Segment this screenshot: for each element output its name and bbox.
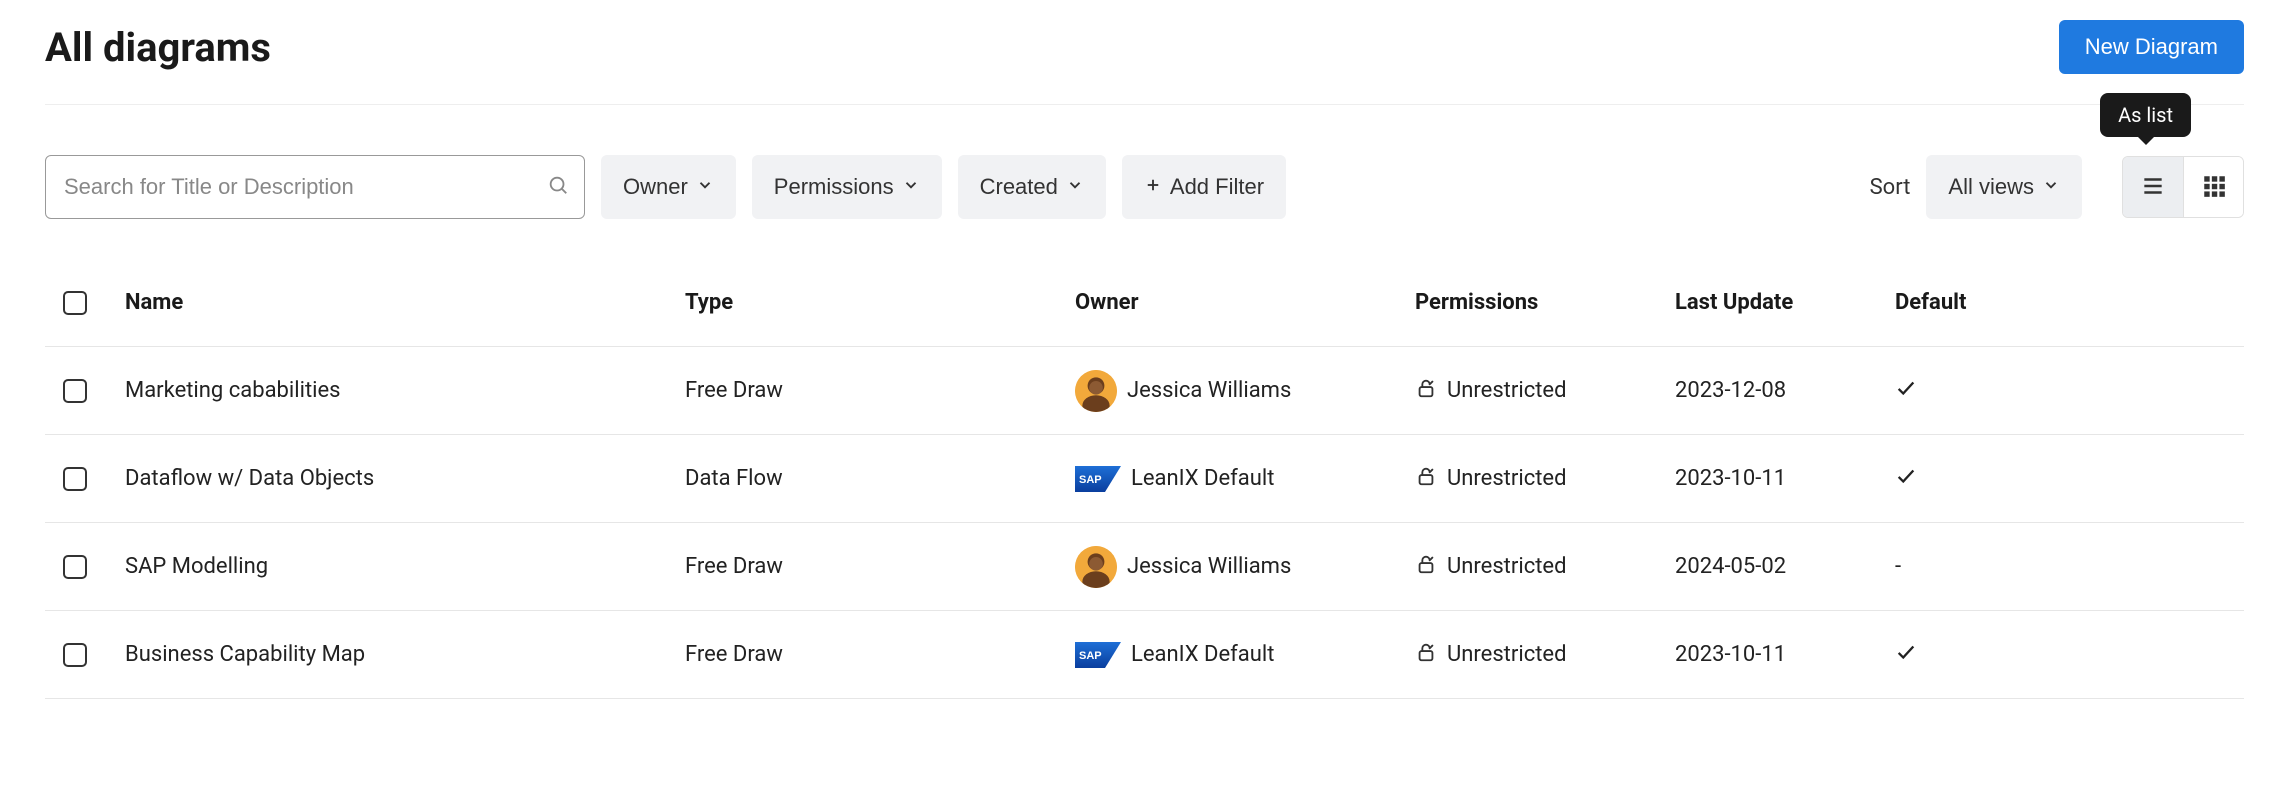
col-permissions[interactable]: Permissions (1415, 290, 1675, 315)
owner-name: LeanIX Default (1131, 642, 1274, 667)
filter-owner-label: Owner (623, 174, 688, 200)
col-owner[interactable]: Owner (1075, 290, 1415, 315)
unlock-icon (1415, 465, 1437, 493)
col-type[interactable]: Type (685, 290, 1075, 315)
cell-name: Marketing cababilities (125, 378, 685, 403)
cell-last-update: 2023-10-11 (1675, 466, 1895, 491)
cell-last-update: 2023-12-08 (1675, 378, 1895, 403)
cell-owner: SAP LeanIX Default (1075, 466, 1415, 492)
permissions-text: Unrestricted (1447, 554, 1566, 579)
sap-logo-icon: SAP (1075, 466, 1121, 492)
avatar (1075, 370, 1117, 412)
sort-label: Sort (1870, 175, 1911, 200)
cell-default (1895, 377, 2095, 405)
permissions-text: Unrestricted (1447, 642, 1566, 667)
permissions-text: Unrestricted (1447, 466, 1566, 491)
table-row[interactable]: Dataflow w/ Data ObjectsData Flow SAP Le… (45, 435, 2244, 523)
new-diagram-button[interactable]: New Diagram (2059, 20, 2244, 74)
tooltip-as-list: As list (2100, 93, 2191, 137)
col-last-update[interactable]: Last Update (1675, 290, 1895, 315)
toolbar: As list Owner Permissions Created (45, 105, 2244, 259)
plus-icon (1144, 174, 1162, 200)
cell-owner: Jessica Williams (1075, 370, 1415, 412)
col-name[interactable]: Name (125, 290, 685, 315)
grid-icon (2201, 173, 2227, 202)
table-header: Name Type Owner Permissions Last Update … (45, 259, 2244, 347)
search-input[interactable] (45, 155, 585, 219)
page-header: All diagrams New Diagram (45, 20, 2244, 105)
filter-created-label: Created (980, 174, 1058, 200)
owner-name: Jessica Williams (1127, 554, 1291, 579)
svg-text:SAP: SAP (1079, 650, 1102, 662)
row-checkbox[interactable] (63, 643, 87, 667)
view-grid-button[interactable] (2183, 157, 2243, 217)
chevron-down-icon (1066, 174, 1084, 200)
filter-created[interactable]: Created (958, 155, 1106, 219)
cell-permissions: Unrestricted (1415, 641, 1675, 669)
add-filter-button[interactable]: Add Filter (1122, 155, 1286, 219)
search-field-wrap (45, 155, 585, 219)
add-filter-label: Add Filter (1170, 174, 1264, 200)
table-row[interactable]: Business Capability MapFree Draw SAP Lea… (45, 611, 2244, 699)
cell-type: Free Draw (685, 642, 1075, 667)
cell-default: - (1895, 554, 2095, 579)
select-all-checkbox[interactable] (63, 291, 87, 315)
table-row[interactable]: Marketing cababilitiesFree Draw Jessica … (45, 347, 2244, 435)
page-title: All diagrams (45, 24, 271, 71)
chevron-down-icon (2042, 174, 2060, 200)
cell-permissions: Unrestricted (1415, 553, 1675, 581)
cell-permissions: Unrestricted (1415, 377, 1675, 405)
filter-permissions-label: Permissions (774, 174, 894, 200)
search-icon (547, 174, 569, 200)
sort-views-label: All views (1948, 174, 2034, 200)
unlock-icon (1415, 553, 1437, 581)
list-icon (2140, 173, 2166, 202)
cell-last-update: 2023-10-11 (1675, 642, 1895, 667)
cell-default (1895, 641, 2095, 669)
cell-owner: SAP LeanIX Default (1075, 642, 1415, 668)
owner-name: Jessica Williams (1127, 378, 1291, 403)
cell-last-update: 2024-05-02 (1675, 554, 1895, 579)
unlock-icon (1415, 641, 1437, 669)
sort-views-dropdown[interactable]: All views (1926, 155, 2082, 219)
filter-owner[interactable]: Owner (601, 155, 736, 219)
cell-name: SAP Modelling (125, 554, 685, 579)
cell-owner: Jessica Williams (1075, 546, 1415, 588)
chevron-down-icon (902, 174, 920, 200)
sap-logo-icon: SAP (1075, 642, 1121, 668)
view-list-button[interactable] (2123, 157, 2183, 217)
table-row[interactable]: SAP ModellingFree Draw Jessica Williams … (45, 523, 2244, 611)
avatar (1075, 546, 1117, 588)
cell-type: Free Draw (685, 554, 1075, 579)
filter-permissions[interactable]: Permissions (752, 155, 942, 219)
unlock-icon (1415, 377, 1437, 405)
cell-type: Free Draw (685, 378, 1075, 403)
col-default[interactable]: Default (1895, 290, 2095, 315)
row-checkbox[interactable] (63, 379, 87, 403)
view-toggle (2122, 156, 2244, 218)
check-icon (1895, 380, 1917, 405)
diagrams-table: Name Type Owner Permissions Last Update … (45, 259, 2244, 699)
row-checkbox[interactable] (63, 555, 87, 579)
check-icon (1895, 468, 1917, 493)
check-icon (1895, 644, 1917, 669)
permissions-text: Unrestricted (1447, 378, 1566, 403)
cell-default (1895, 465, 2095, 493)
row-checkbox[interactable] (63, 467, 87, 491)
cell-name: Business Capability Map (125, 642, 685, 667)
cell-permissions: Unrestricted (1415, 465, 1675, 493)
svg-text:SAP: SAP (1079, 474, 1102, 486)
owner-name: LeanIX Default (1131, 466, 1274, 491)
cell-name: Dataflow w/ Data Objects (125, 466, 685, 491)
cell-type: Data Flow (685, 466, 1075, 491)
chevron-down-icon (696, 174, 714, 200)
